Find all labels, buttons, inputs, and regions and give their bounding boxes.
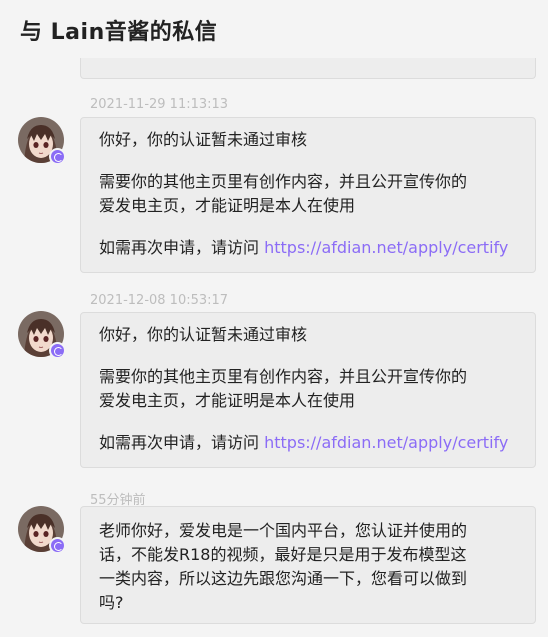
message-line: 你好，你的认证暂未通过审核 (99, 325, 308, 344)
avatar[interactable] (18, 117, 66, 165)
message-line: 一类内容，所以这边先跟您沟通一下，您看可以做到 (99, 569, 468, 588)
message-line: 话，不能发R18的视频，最好是只是用于发布模型这 (99, 545, 467, 564)
private-message-page: 与 Lain音酱的私信 2021-11-29 11:13:13 你好，你的认证暂… (0, 0, 548, 637)
message-timestamp: 2021-12-08 10:53:17 (90, 293, 229, 308)
message-line: 吗? (99, 593, 124, 612)
message-bubble: 你好，你的认证暂未通过审核 需要你的其他主页里有创作内容，并且公开宣传你的 爱发… (80, 312, 536, 468)
message-bubble: 你好，你的认证暂未通过审核 需要你的其他主页里有创作内容，并且公开宣传你的 爱发… (80, 117, 536, 273)
message-line: 爱发电主页，才能证明是本人在使用 (99, 391, 356, 410)
message-line: 爱发电主页，才能证明是本人在使用 (99, 196, 356, 215)
message-bubble: 老师你好，爱发电是一个国内平台，您认证并使用的 话，不能发R18的视频，最好是只… (80, 506, 536, 624)
message-line-with-link: 如需再次申请，请访问 https://afdian.net/apply/cert… (99, 236, 517, 260)
message-line: 如需再次申请，请访问 (99, 238, 265, 257)
message-line-with-link: 如需再次申请，请访问 https://afdian.net/apply/cert… (99, 431, 517, 455)
certify-link[interactable]: https://afdian.net/apply/certify (264, 433, 508, 452)
verified-badge-icon (49, 148, 66, 165)
previous-message-bubble (80, 58, 536, 79)
avatar[interactable] (18, 311, 66, 359)
message-line: 你好，你的认证暂未通过审核 (99, 130, 308, 149)
message-line: 如需再次申请，请访问 (99, 433, 265, 452)
message-timestamp: 2021-11-29 11:13:13 (90, 97, 229, 112)
avatar[interactable] (18, 506, 66, 554)
verified-badge-icon (49, 342, 66, 359)
message-line: 需要你的其他主页里有创作内容，并且公开宣传你的 (99, 367, 468, 386)
verified-badge-icon (49, 537, 66, 554)
message-line: 老师你好，爱发电是一个国内平台，您认证并使用的 (99, 521, 468, 540)
certify-link[interactable]: https://afdian.net/apply/certify (264, 238, 508, 257)
page-title: 与 Lain音酱的私信 (20, 20, 218, 45)
message-line: 需要你的其他主页里有创作内容，并且公开宣传你的 (99, 172, 468, 191)
